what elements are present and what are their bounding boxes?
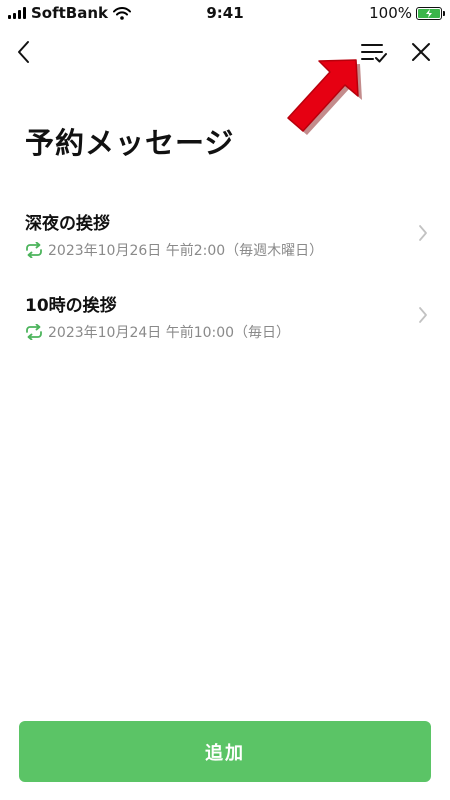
back-button[interactable] [4, 30, 44, 74]
add-button[interactable]: 追加 [19, 721, 431, 782]
status-bar-right: 100% [369, 4, 445, 22]
repeat-icon [26, 324, 42, 340]
message-schedule: 2023年10月24日 午前10:00（毎日） [48, 325, 291, 341]
close-button[interactable] [401, 30, 441, 74]
page-title: 予約メッセージ [25, 126, 235, 160]
message-schedule-row: 2023年10月26日 午前2:00（毎週木曜日） [25, 240, 323, 260]
list-item[interactable]: 深夜の挨拶 2023年10月26日 午前2:00（毎週木曜日） [0, 196, 450, 278]
pointer-arrow-icon [287, 59, 362, 135]
charging-bolt-icon [426, 8, 432, 18]
chevron-right-icon [419, 307, 427, 323]
message-schedule-row: 2023年10月24日 午前10:00（毎日） [25, 322, 290, 342]
list-item[interactable]: 10時の挨拶 2023年10月24日 午前10:00（毎日） [0, 278, 450, 360]
message-title: 10時の挨拶 [25, 296, 117, 316]
battery-icon [416, 6, 445, 20]
status-bar: SoftBank 9:41 100% [0, 0, 450, 26]
message-schedule: 2023年10月26日 午前2:00（毎週木曜日） [48, 243, 324, 259]
chevron-left-icon [18, 41, 29, 63]
chevron-right-icon [419, 225, 427, 241]
close-icon [412, 43, 430, 61]
scheduled-message-list: 深夜の挨拶 2023年10月26日 午前2:00（毎週木曜日） 10時の挨拶 2… [0, 196, 450, 360]
repeat-icon [26, 242, 42, 258]
battery-percent: 100% [369, 4, 412, 22]
navigation-bar [0, 30, 450, 74]
message-title: 深夜の挨拶 [25, 214, 110, 234]
